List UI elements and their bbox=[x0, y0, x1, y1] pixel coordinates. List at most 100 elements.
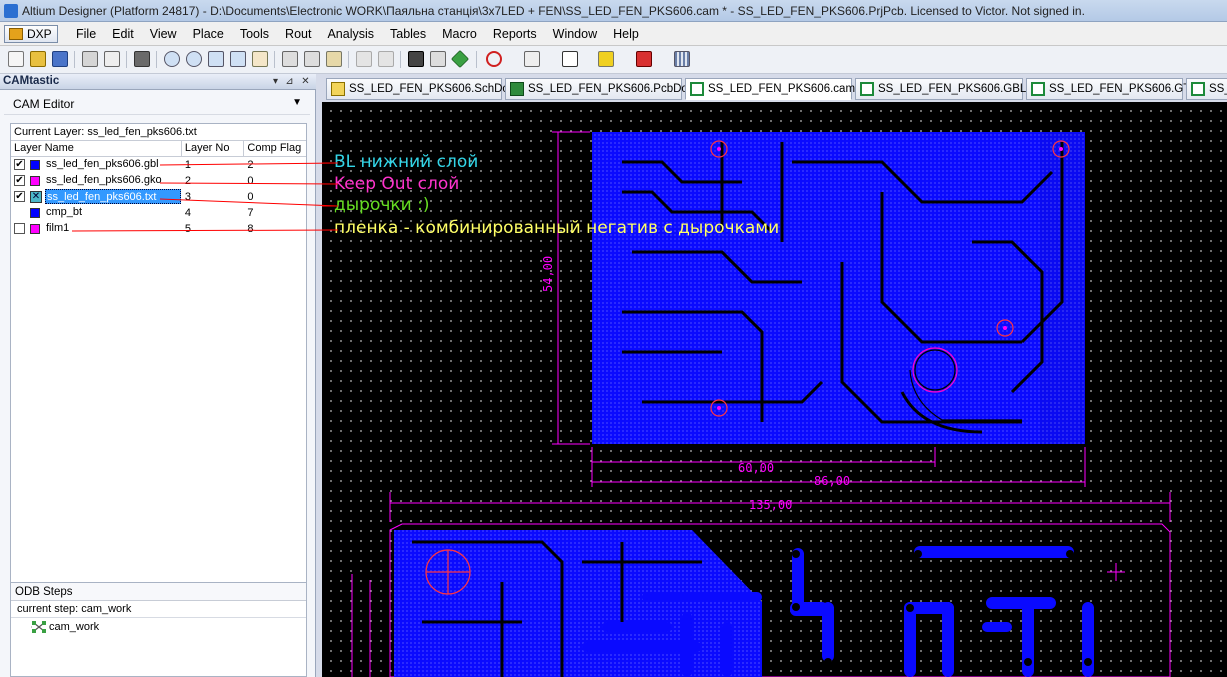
layers-icon[interactable] bbox=[134, 51, 150, 67]
printer-setup-icon[interactable] bbox=[430, 51, 446, 67]
dxp-menu-button[interactable]: DXP bbox=[4, 25, 58, 43]
dimension-label-54: 54,00 bbox=[541, 256, 555, 292]
odb-tree-label: cam_work bbox=[49, 621, 100, 633]
altium-app-icon bbox=[4, 4, 18, 18]
layer-visible-checkbox[interactable] bbox=[14, 223, 25, 234]
toolbar-separator bbox=[400, 51, 401, 68]
tab-label: SS_LED_FEN_PKS606.cam * bbox=[708, 83, 863, 95]
zoom-area-icon[interactable] bbox=[230, 51, 246, 67]
cut-icon[interactable] bbox=[282, 51, 298, 67]
route-tool-icon[interactable] bbox=[524, 51, 540, 67]
layer-visible-checkbox[interactable]: ✔ bbox=[14, 159, 25, 170]
paste-icon[interactable] bbox=[326, 51, 342, 67]
column-header-layer-name[interactable]: Layer Name bbox=[11, 141, 182, 156]
layer-visible-checkbox[interactable]: ✔ bbox=[14, 175, 25, 186]
menu-macro[interactable]: Macro bbox=[434, 27, 485, 41]
main-toolbar bbox=[0, 46, 1227, 74]
layer-no: 5 bbox=[184, 223, 191, 235]
redo-icon[interactable] bbox=[378, 51, 394, 67]
comp-flag: 2 bbox=[247, 159, 254, 171]
grid-icon[interactable] bbox=[674, 51, 690, 67]
cam-doc-icon bbox=[1191, 82, 1205, 96]
print-icon[interactable] bbox=[82, 51, 98, 67]
step-tree-icon bbox=[31, 621, 46, 633]
undo-icon[interactable] bbox=[356, 51, 372, 67]
board-top-copper bbox=[592, 132, 1085, 444]
toolbar-separator bbox=[348, 51, 349, 68]
layer-color-swatch[interactable] bbox=[30, 176, 40, 186]
tab-label: SS_LED_FEN_PKS606.GBL * bbox=[878, 83, 1034, 95]
highlight-tool-icon[interactable] bbox=[598, 51, 614, 67]
annotation-bl-layer: BL нижний слой bbox=[334, 152, 479, 172]
save-icon[interactable] bbox=[52, 51, 68, 67]
menu-window[interactable]: Window bbox=[545, 27, 605, 41]
tab-gbl[interactable]: SS_LED_FEN_PKS606.GBL * bbox=[855, 78, 1034, 100]
layer-color-swatch[interactable] bbox=[30, 224, 40, 234]
menu-analysis[interactable]: Analysis bbox=[319, 27, 382, 41]
menu-help[interactable]: Help bbox=[605, 27, 647, 41]
cam-canvas[interactable]: 54,00 60,00 86,00 135,00 BL нижний слой … bbox=[322, 102, 1227, 677]
layer-color-swatch[interactable]: ✕ bbox=[30, 191, 42, 203]
dimension-label-86: 86,00 bbox=[814, 474, 850, 488]
column-header-comp-flag[interactable]: Comp Flag bbox=[244, 141, 306, 156]
menu-tables[interactable]: Tables bbox=[382, 27, 434, 41]
menu-edit[interactable]: Edit bbox=[104, 27, 142, 41]
layers-table-header: Layer Name Layer No Comp Flag bbox=[11, 141, 306, 157]
chip-icon[interactable] bbox=[450, 49, 470, 69]
toolbar-separator bbox=[274, 51, 275, 68]
table-row[interactable]: ✔ ss_led_fen_pks606.gbl 1 2 bbox=[11, 157, 306, 173]
copy-icon[interactable] bbox=[304, 51, 320, 67]
menu-place[interactable]: Place bbox=[185, 27, 232, 41]
menu-file[interactable]: File bbox=[68, 27, 104, 41]
zoom-fit-icon[interactable] bbox=[208, 51, 224, 67]
table-row[interactable]: cmp_bt 4 7 bbox=[11, 205, 306, 221]
layer-color-swatch[interactable] bbox=[30, 208, 40, 218]
menu-rout[interactable]: Rout bbox=[277, 27, 319, 41]
odb-steps-panel: ODB Steps current step: cam_work cam_wor… bbox=[10, 582, 307, 677]
annotation-film: пленка - комбинированный негатив с дыроч… bbox=[334, 218, 780, 238]
hammer-icon[interactable] bbox=[408, 51, 424, 67]
zoom-out-icon[interactable] bbox=[186, 51, 202, 67]
menu-bar: DXP File Edit View Place Tools Rout Anal… bbox=[0, 22, 1227, 46]
tab-pcbdoc[interactable]: SS_LED_FEN_PKS606.PcbDoc bbox=[505, 78, 694, 100]
menu-tools[interactable]: Tools bbox=[232, 27, 277, 41]
table-row[interactable]: film1 5 8 bbox=[11, 221, 306, 237]
drc-icon[interactable] bbox=[636, 51, 652, 67]
menu-reports[interactable]: Reports bbox=[485, 27, 545, 41]
dimension-label-135: 135,00 bbox=[749, 498, 792, 512]
open-folder-icon[interactable] bbox=[30, 51, 46, 67]
tab-label: SS_LED_FEN_PKS606.SchDoc bbox=[349, 83, 515, 95]
window-title: Altium Designer (Platform 24817) - D:\Do… bbox=[22, 4, 1085, 18]
annotation-drills: дырочки :) bbox=[334, 195, 430, 215]
panel-menu-icon[interactable]: ▾ bbox=[270, 76, 281, 87]
layer-color-swatch[interactable] bbox=[30, 160, 40, 170]
layer-visible-checkbox[interactable]: ✔ bbox=[14, 191, 25, 202]
table-row-selected[interactable]: ✔ ✕ ss_led_fen_pks606.txt 3 0 bbox=[11, 189, 306, 205]
title-bar: Altium Designer (Platform 24817) - D:\Do… bbox=[0, 0, 1227, 22]
pin-icon[interactable]: ⊿ bbox=[284, 76, 295, 87]
menu-view[interactable]: View bbox=[142, 27, 185, 41]
toolbar-separator bbox=[74, 51, 75, 68]
cam-doc-icon bbox=[690, 82, 704, 96]
layer-name: ss_led_fen_pks606.gbl bbox=[46, 158, 159, 170]
zoom-in-icon[interactable] bbox=[164, 51, 180, 67]
tab-schdoc[interactable]: SS_LED_FEN_PKS606.SchDoc bbox=[326, 78, 515, 100]
pan-hand-icon[interactable] bbox=[252, 51, 268, 67]
print-preview-icon[interactable] bbox=[104, 51, 120, 67]
odb-current-step: current step: cam_work bbox=[11, 601, 306, 618]
odb-tree-item[interactable]: cam_work bbox=[11, 618, 306, 636]
cam-editor-select[interactable]: CAM Editor ▼ bbox=[4, 94, 310, 115]
layer-visible-checkbox[interactable] bbox=[14, 207, 25, 218]
comp-flag: 8 bbox=[247, 223, 254, 235]
column-header-layer-no[interactable]: Layer No bbox=[182, 141, 245, 156]
table-row[interactable]: ✔ ss_led_fen_pks606.gko 2 0 bbox=[11, 173, 306, 189]
odb-steps-title: ODB Steps bbox=[11, 583, 306, 601]
new-file-icon[interactable] bbox=[8, 51, 24, 67]
tab-more[interactable]: SS_LED_FEN_ bbox=[1186, 78, 1227, 100]
cam-doc-icon bbox=[1031, 82, 1045, 96]
rectangle-tool-icon[interactable] bbox=[562, 51, 578, 67]
tab-gtl[interactable]: SS_LED_FEN_PKS606.GTL bbox=[1026, 78, 1197, 100]
close-icon[interactable]: ✕ bbox=[300, 76, 311, 87]
tab-cam[interactable]: SS_LED_FEN_PKS606.cam * bbox=[685, 78, 863, 100]
arc-tool-icon[interactable] bbox=[486, 51, 502, 67]
